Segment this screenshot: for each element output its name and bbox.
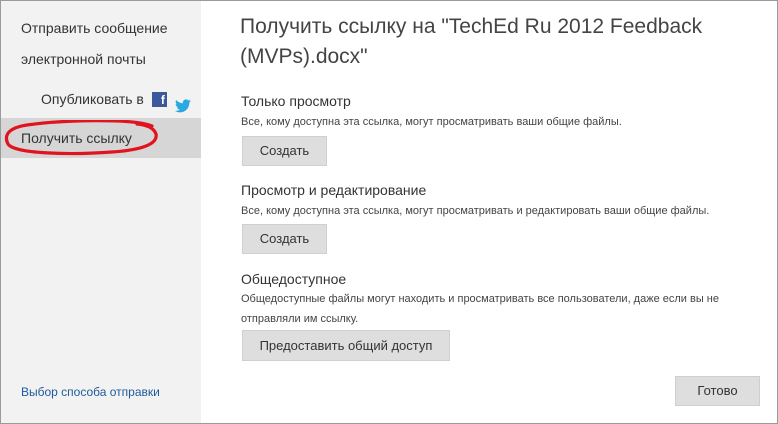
section-view-only-title: Только просмотр	[241, 93, 351, 109]
sidebar-item-label: Получить ссылку	[21, 130, 132, 146]
share-public-button[interactable]: Предоставить общий доступ	[242, 330, 450, 361]
sidebar-item-email[interactable]: Отправить сообщение электронной почты	[1, 13, 201, 75]
section-public-title: Общедоступное	[241, 271, 347, 287]
section-edit-description: Все, кому доступна эта ссылка, могут про…	[241, 205, 710, 217]
create-view-link-button[interactable]: Создать	[242, 136, 327, 166]
sidebar-item-label: Отправить сообщение электронной почты	[21, 20, 168, 67]
create-edit-link-button[interactable]: Создать	[242, 224, 327, 254]
sidebar-item-label: Опубликовать в	[41, 91, 144, 107]
facebook-icon[interactable]: f	[151, 92, 167, 107]
done-button[interactable]: Готово	[675, 376, 760, 406]
send-method-link[interactable]: Выбор способа отправки	[21, 385, 160, 399]
sidebar: Отправить сообщение электронной почты Оп…	[1, 1, 201, 423]
sidebar-item-publish[interactable]: Опубликовать в f	[1, 84, 201, 115]
section-edit-title: Просмотр и редактирование	[241, 182, 427, 198]
section-view-only-description: Все, кому доступна эта ссылка, могут про…	[241, 116, 622, 128]
sidebar-item-get-link[interactable]: Получить ссылку	[1, 118, 201, 158]
section-public-description: Общедоступные файлы могут находить и про…	[241, 293, 719, 325]
twitter-icon[interactable]	[174, 93, 191, 112]
dialog-title: Получить ссылку на "TechEd Ru 2012 Feedb…	[240, 15, 703, 68]
